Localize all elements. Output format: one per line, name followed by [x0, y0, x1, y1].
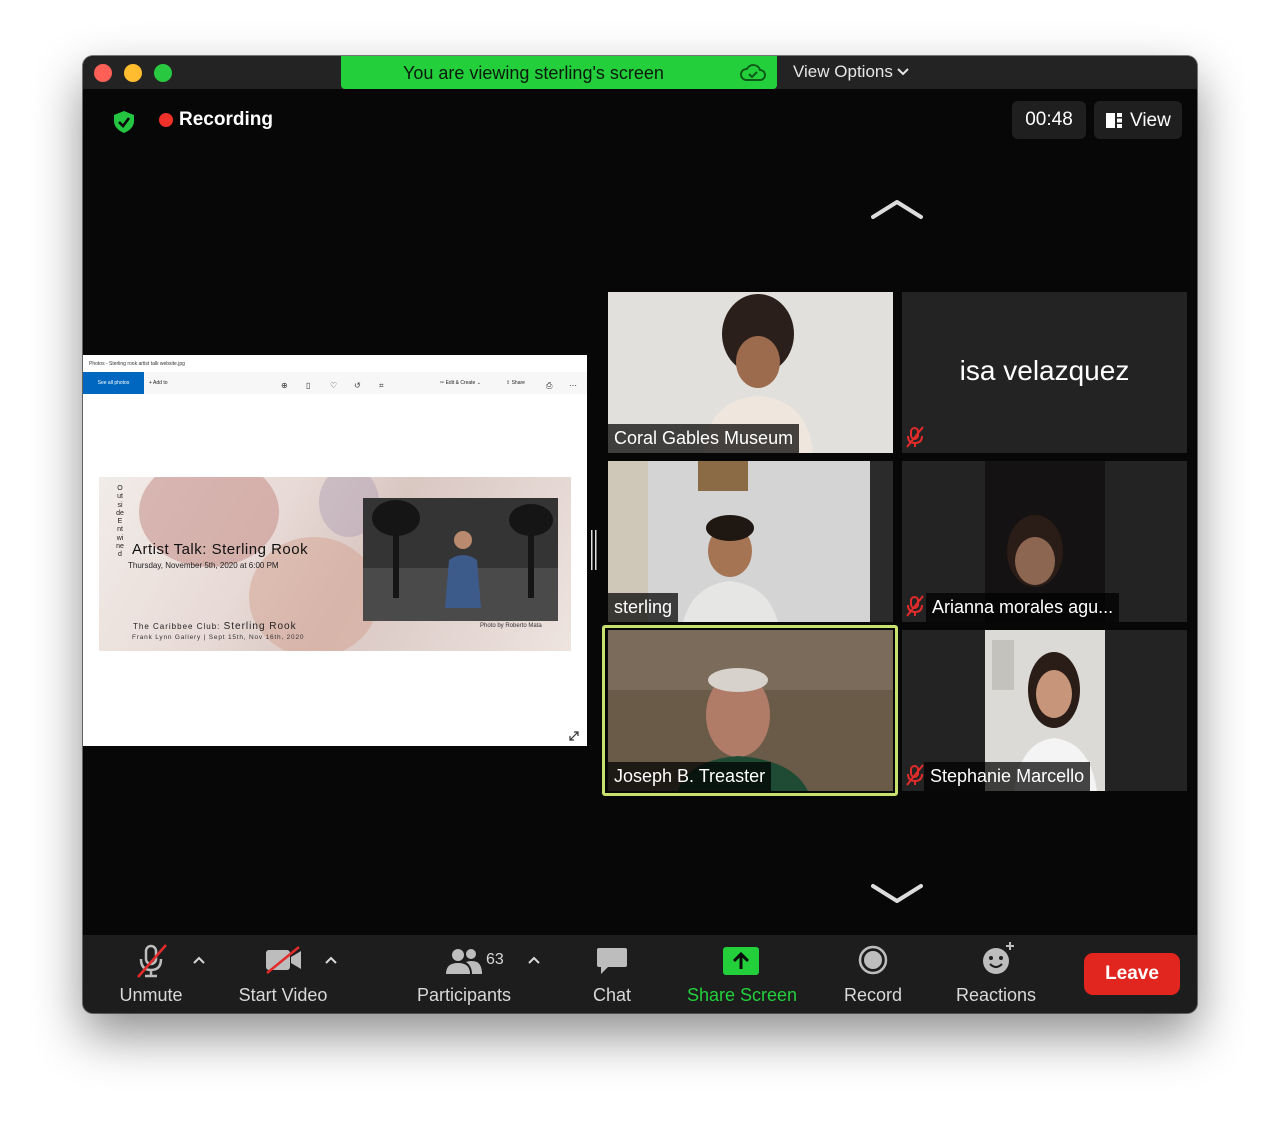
participant-center-name: isa velazquez	[959, 355, 1130, 386]
resize-handle[interactable]	[591, 530, 597, 570]
heart-icon[interactable]: ♡	[330, 381, 337, 390]
view-options-label: View Options	[793, 62, 893, 81]
crop-icon[interactable]: ⌗	[379, 381, 384, 391]
reactions-label: Reactions	[955, 985, 1037, 1005]
fullscreen-window-button[interactable]	[154, 64, 172, 82]
more-icon[interactable]: ⋯	[569, 381, 577, 390]
expand-icon[interactable]	[569, 731, 579, 741]
share-button[interactable]: ⇪ Share	[506, 372, 525, 394]
audio-options-caret-icon[interactable]	[192, 955, 206, 965]
participants-button[interactable]: 63 Participants	[408, 935, 520, 1013]
chevron-down-icon	[897, 68, 909, 76]
artist-portrait-image	[363, 498, 558, 621]
video-off-icon	[266, 946, 301, 974]
participant-tile[interactable]: sterling	[608, 461, 893, 622]
poster-club-name: Sterling Rook	[223, 621, 297, 632]
active-speaker-border	[602, 625, 898, 796]
delete-icon[interactable]: ▯	[306, 381, 310, 390]
participant-tile[interactable]: Stephanie Marcello	[902, 630, 1187, 791]
shared-screen[interactable]: Photos - Sterling rook artist talk websi…	[83, 355, 587, 746]
start-video-button[interactable]: Start Video	[231, 935, 335, 1013]
record-label: Record	[843, 985, 903, 1005]
photos-window-title: Photos - Sterling rook artist talk websi…	[89, 361, 185, 367]
add-to-button[interactable]: + Add to	[149, 372, 168, 394]
close-window-button[interactable]	[94, 64, 112, 82]
participant-name: Coral Gables Museum	[608, 424, 800, 453]
edit-create-label: Edit & Create	[445, 380, 476, 386]
poster-club-prefix: The Caribbee Club:	[133, 622, 224, 631]
view-options-button[interactable]: View Options	[777, 56, 937, 89]
share-screen-icon	[723, 947, 759, 975]
participants-count: 63	[486, 951, 504, 968]
record-icon	[858, 945, 888, 975]
poster-credit: Photo by Roberto Mata	[480, 623, 542, 629]
unmute-label: Unmute	[119, 985, 183, 1005]
reactions-button[interactable]: Reactions	[948, 935, 1044, 1013]
muted-mic-icon	[137, 944, 167, 978]
scroll-down-arrow-icon[interactable]	[871, 882, 923, 906]
poster-title: Artist Talk: Sterling Rook	[132, 541, 309, 558]
participants-icon	[446, 949, 482, 974]
scroll-up-arrow-icon[interactable]	[871, 197, 923, 221]
see-all-photos-button[interactable]: See all photos	[83, 372, 144, 394]
participant-name: Arianna morales agu...	[926, 593, 1120, 622]
participant-tile[interactable]: Arianna morales agu...	[902, 461, 1187, 622]
share-screen-label: Share Screen	[686, 985, 798, 1005]
participants-label: Participants	[416, 985, 512, 1005]
artist-talk-poster: Outside Entwined Artist Talk: Sterling R…	[99, 477, 571, 651]
recording-label[interactable]: Recording	[179, 109, 273, 131]
title-bar: You are viewing sterling's screen View O…	[83, 56, 1197, 89]
zoom-icon[interactable]: ⊕	[281, 381, 288, 390]
muted-mic-icon	[906, 764, 924, 786]
record-button[interactable]: Record	[833, 935, 913, 1013]
participant-name: Stephanie Marcello	[924, 762, 1091, 791]
recording-indicator-icon	[159, 113, 173, 127]
share-screen-button[interactable]: Share Screen	[677, 935, 807, 1013]
poster-photo	[363, 498, 558, 621]
poster-club: The Caribbee Club: Sterling Rook	[133, 621, 297, 632]
edit-create-button[interactable]: ✂ Edit & Create ⌄	[440, 372, 481, 394]
chat-button[interactable]: Chat	[577, 935, 647, 1013]
participants-options-caret-icon[interactable]	[527, 955, 541, 965]
view-label: View	[1130, 110, 1171, 131]
muted-mic-icon	[906, 595, 924, 617]
screen-share-banner-text: You are viewing sterling's screen	[403, 63, 664, 83]
minimize-window-button[interactable]	[124, 64, 142, 82]
leave-button[interactable]: Leave	[1084, 953, 1180, 995]
view-button[interactable]: View	[1094, 101, 1182, 139]
unmute-button[interactable]: Unmute	[103, 935, 199, 1013]
share-label: Share	[511, 380, 525, 386]
gallery-view-icon	[1106, 113, 1122, 128]
meeting-toolbar: Unmute Start Video 63 Participants Chat …	[83, 935, 1197, 1013]
shield-check-icon[interactable]	[113, 110, 135, 134]
video-options-caret-icon[interactable]	[324, 955, 338, 965]
poster-vertical-text: Outside Entwined	[116, 485, 124, 559]
start-video-label: Start Video	[238, 985, 328, 1005]
muted-mic-icon	[906, 426, 924, 448]
rotate-icon[interactable]: ↺	[354, 381, 361, 390]
print-icon[interactable]: ⎙	[546, 381, 552, 391]
meeting-timer: 00:48	[1012, 101, 1086, 139]
chat-label: Chat	[592, 985, 632, 1005]
participant-name: sterling	[608, 593, 679, 622]
zoom-window: You are viewing sterling's screen View O…	[83, 56, 1197, 1013]
chat-icon	[597, 948, 627, 974]
cloud-icon	[740, 64, 766, 81]
poster-date: Thursday, November 5th, 2020 at 6:00 PM	[128, 561, 279, 570]
add-to-label: Add to	[153, 380, 168, 386]
screen-share-banner: You are viewing sterling's screen	[341, 56, 777, 89]
participant-tile[interactable]: Coral Gables Museum	[608, 292, 893, 453]
reactions-icon	[983, 942, 1014, 974]
poster-gallery: Frank Lynn Gallery | Sept 15th, Nov 16th…	[132, 634, 305, 641]
participant-tile[interactable]: isa velazquez	[902, 292, 1187, 453]
